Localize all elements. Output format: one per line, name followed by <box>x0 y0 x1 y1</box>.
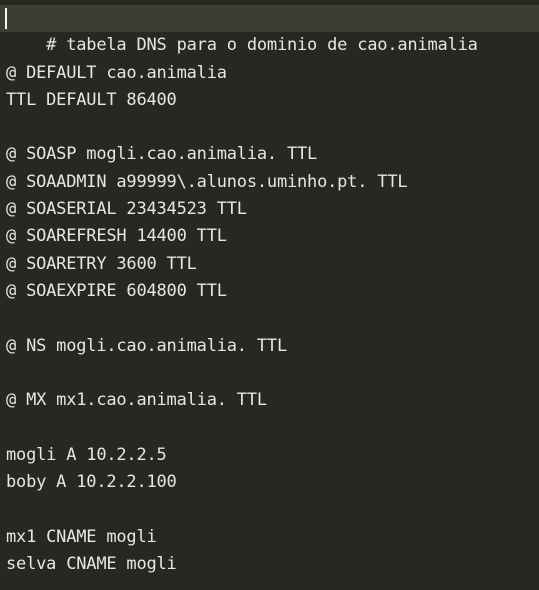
editor-line[interactable] <box>0 114 539 141</box>
editor-line[interactable]: mogli A 10.2.2.5 <box>0 442 539 469</box>
editor-line[interactable]: @ SOAEXPIRE 604800 TTL <box>0 278 539 305</box>
dns-record: @ SOAREFRESH 14400 TTL <box>6 226 227 247</box>
editor-line[interactable] <box>0 360 539 387</box>
dns-record: @ SOAEXPIRE 604800 TTL <box>6 280 227 301</box>
dns-record: mx1 CNAME mogli <box>6 526 157 547</box>
editor-line[interactable]: @ SOARETRY 3600 TTL <box>0 251 539 278</box>
editor-line[interactable] <box>0 305 539 332</box>
text-editor[interactable]: # tabela DNS para o dominio de cao.anima… <box>0 0 539 590</box>
editor-line[interactable] <box>0 414 539 441</box>
dns-record: @ MX mx1.cao.animalia. TTL <box>6 390 267 411</box>
editor-line[interactable]: selva CNAME mogli <box>0 551 539 578</box>
editor-line[interactable]: @ DEFAULT cao.animalia <box>0 60 539 87</box>
editor-line[interactable] <box>0 496 539 523</box>
dns-record: mogli A 10.2.2.5 <box>6 444 167 465</box>
dns-record: @ SOASERIAL 23434523 TTL <box>6 199 247 220</box>
dns-record: @ SOAADMIN a99999\.alunos.uminho.pt. TTL <box>6 171 408 192</box>
editor-line[interactable]: @ SOAADMIN a99999\.alunos.uminho.pt. TTL <box>0 169 539 196</box>
dns-record: boby A 10.2.2.100 <box>6 472 177 493</box>
editor-line[interactable]: @ SOASP mogli.cao.animalia. TTL <box>0 141 539 168</box>
dns-record: TTL DEFAULT 86400 <box>6 89 177 110</box>
editor-line[interactable]: TTL DEFAULT 86400 <box>0 87 539 114</box>
editor-line[interactable]: mx1 CNAME mogli <box>0 524 539 551</box>
dns-record: selva CNAME mogli <box>6 553 177 574</box>
editor-line[interactable]: @ NS mogli.cao.animalia. TTL <box>0 333 539 360</box>
text-cursor <box>5 8 7 29</box>
editor-line[interactable] <box>0 32 539 59</box>
editor-line[interactable]: @ MX mx1.cao.animalia. TTL <box>0 387 539 414</box>
dns-record: @ SOARETRY 3600 TTL <box>6 253 197 274</box>
editor-line-current[interactable]: # tabela DNS para o dominio de cao.anima… <box>0 5 539 55</box>
editor-line[interactable]: @ SOASERIAL 23434523 TTL <box>0 196 539 223</box>
dns-record: @ DEFAULT cao.animalia <box>6 62 227 83</box>
editor-line[interactable]: boby A 10.2.2.100 <box>0 469 539 496</box>
dns-record: @ SOASP mogli.cao.animalia. TTL <box>6 144 318 165</box>
dns-record: @ NS mogli.cao.animalia. TTL <box>6 335 287 356</box>
editor-line[interactable]: @ SOAREFRESH 14400 TTL <box>0 223 539 250</box>
